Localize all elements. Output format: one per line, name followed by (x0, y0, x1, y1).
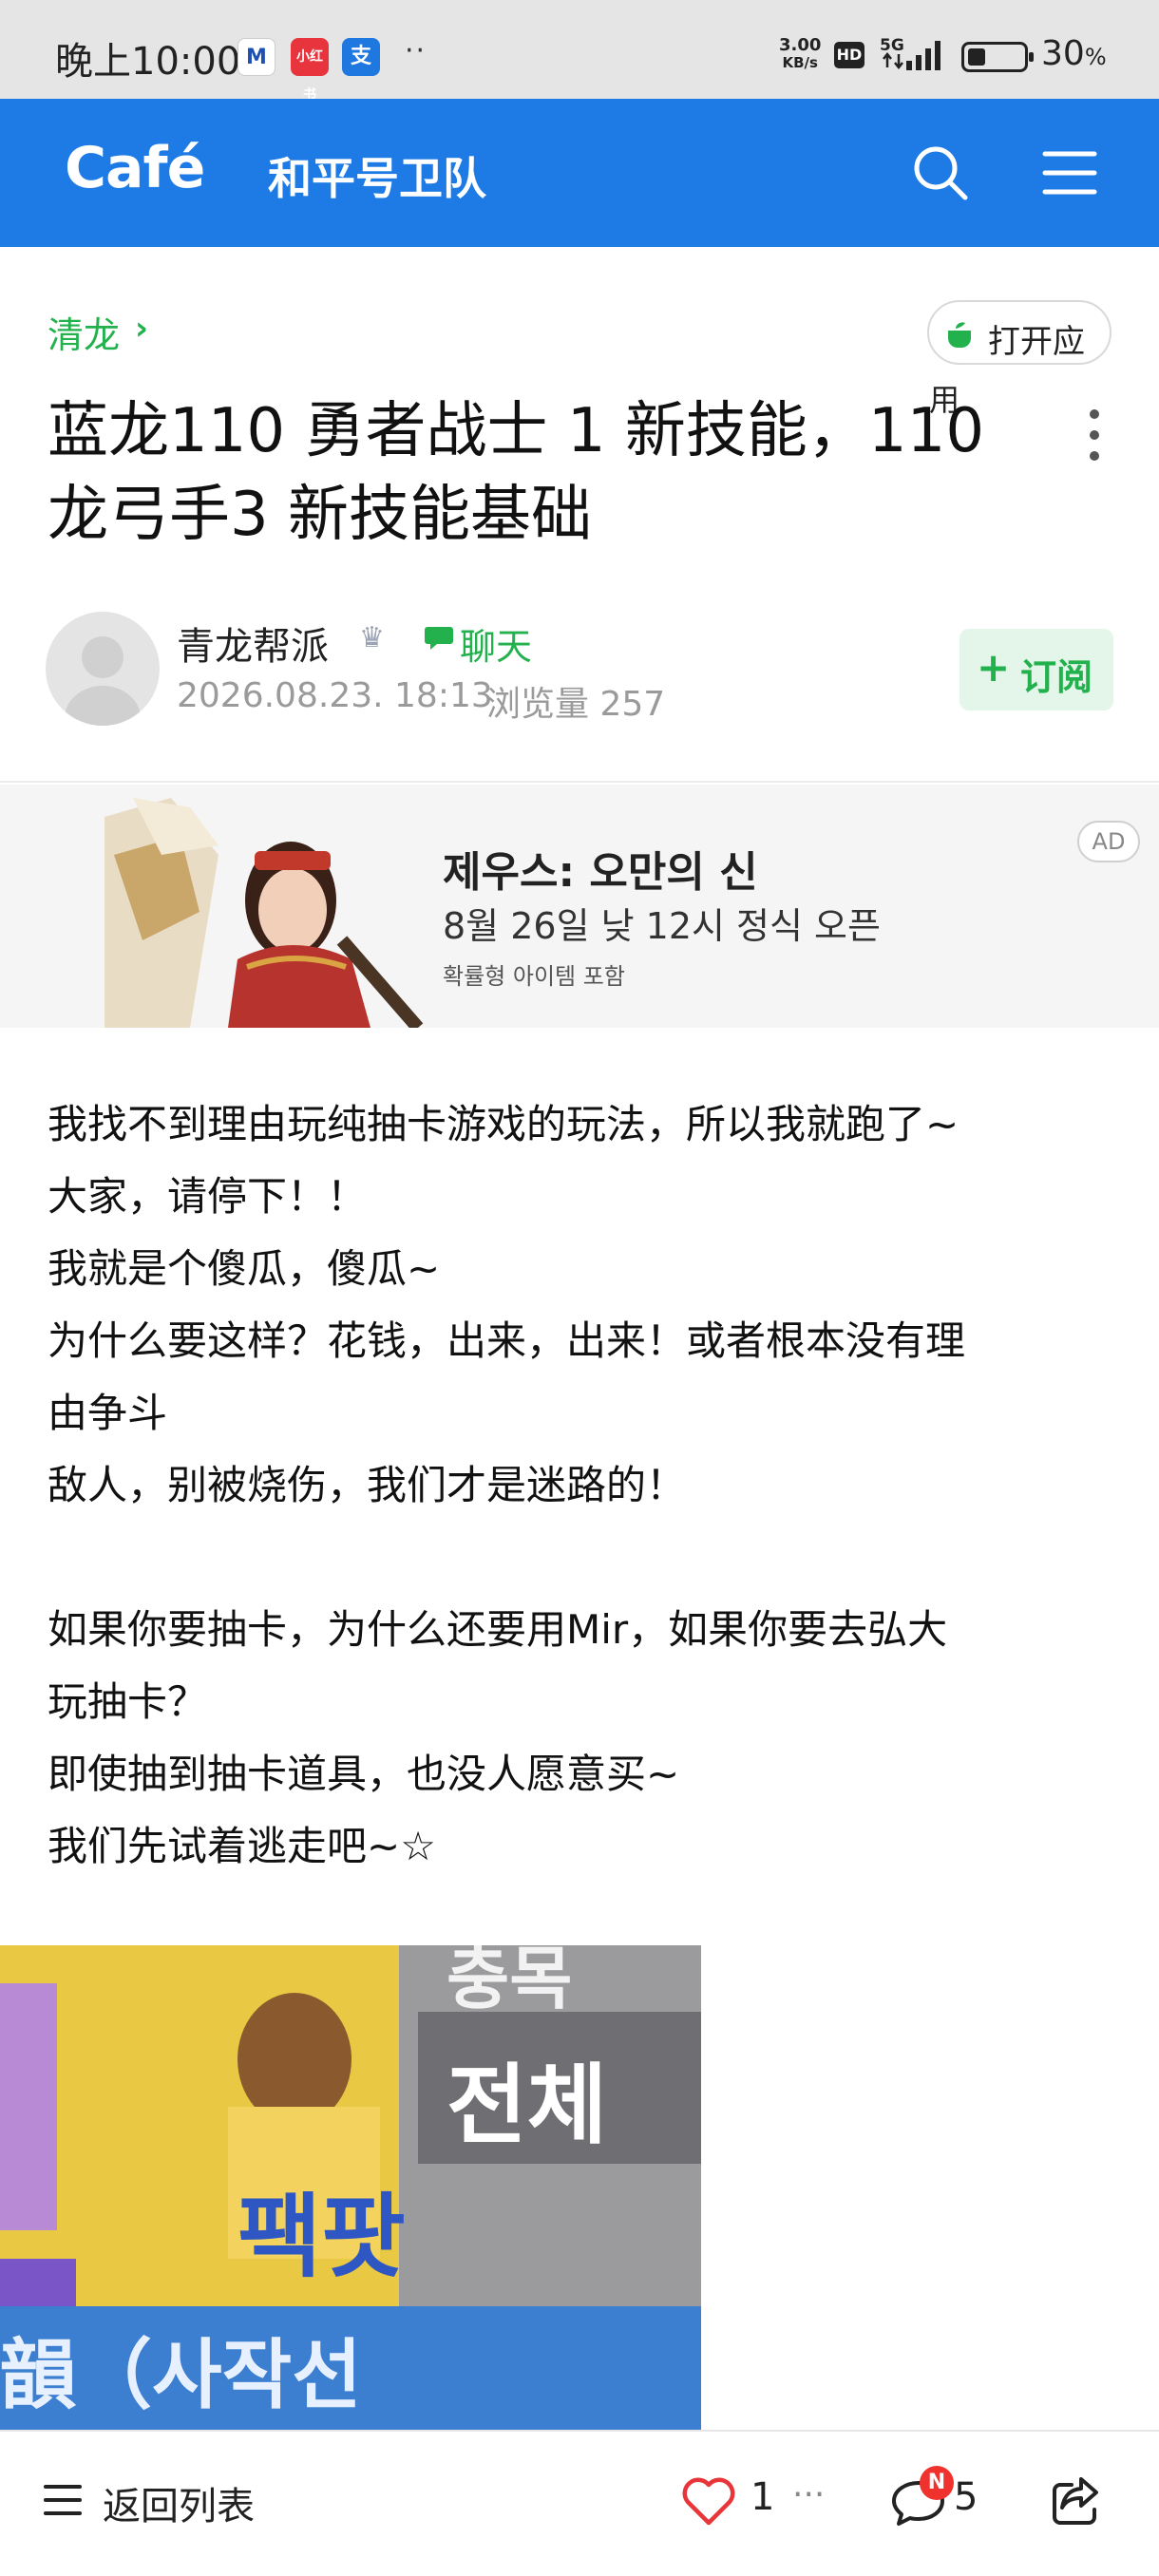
body-line: 我就是个傻瓜，傻瓜~ (48, 1245, 441, 1292)
chat-icon[interactable] (424, 623, 454, 652)
network-type: 5G (880, 36, 904, 55)
cafe-name[interactable]: 和平号卫队 (268, 144, 486, 207)
open-app-label: 打开应 (988, 323, 1085, 361)
subscribe-label: 订阅 (1020, 656, 1093, 698)
image-text-top: 충목 (446, 1945, 572, 2018)
view-count: 浏览量 257 (486, 685, 666, 724)
image-text-mid: 전체 (446, 2055, 607, 2156)
ad-character-image (104, 798, 424, 1028)
network-speed-unit: KB/s (782, 54, 818, 71)
divider (0, 781, 1159, 783)
status-time: 晚上10:00 (55, 40, 241, 84)
member-level-icon: ♛ (359, 621, 385, 654)
like-count[interactable]: 1 (750, 2475, 774, 2519)
ad-note: 확률형 아이템 포함 (443, 963, 625, 990)
body-line: 敌人，别被烧伤，我们才是迷路的！ (48, 1462, 687, 1508)
gmail-notification-icon: M (238, 38, 276, 76)
open-app-button[interactable]: 打开应 (927, 300, 1112, 365)
body-line (48, 1522, 1112, 1594)
ad-badge[interactable]: AD (1077, 821, 1140, 862)
cafe-app-icon (948, 322, 971, 348)
status-bar: 晚上10:00 M 小红书 支 ·· 3.00 KB/s HD 5G 30% (0, 0, 1159, 103)
bottom-bar: 返回列表 1 ··· N 5 (0, 2430, 1159, 2576)
cafe-logo[interactable]: Café (65, 135, 205, 201)
new-comment-badge: N (920, 2466, 954, 2500)
network-speed: 3.00 KB/s (779, 36, 821, 72)
image-text-bottom: 韻（사작선 (0, 2331, 362, 2419)
ad-banner[interactable]: 제우스: 오만의 신 8월 26일 낮 12시 정식 오픈 확률형 아이템 포함… (0, 785, 1159, 1028)
image-text-low: 팩팟 (238, 2184, 406, 2290)
author-avatar[interactable] (46, 612, 160, 726)
ad-subtitle: 8월 26일 낮 12시 정식 오픈 (443, 905, 881, 947)
alipay-notification-icon: 支 (342, 38, 380, 76)
app-bar: Café 和平号卫队 (0, 99, 1159, 247)
article-body: 我找不到理由玩纯抽卡游戏的玩法，所以我就跑了~ 大家，请停下！！ 我就是个傻瓜，… (48, 1089, 1112, 1883)
article-title: 蓝龙110 勇者战士 1 新技能，110 龙弓手3 新技能基础 (48, 396, 985, 550)
body-line: 我找不到理由玩纯抽卡游戏的玩法，所以我就跑了~ (48, 1101, 960, 1147)
share-icon[interactable] (1049, 2473, 1104, 2529)
hamburger-menu-icon[interactable] (1041, 146, 1098, 199)
more-notifications-icon: ·· (405, 34, 428, 67)
chat-link[interactable]: 聊天 (460, 617, 532, 670)
heart-icon[interactable] (680, 2475, 737, 2527)
board-link[interactable]: 清龙 (48, 306, 120, 358)
comment-count[interactable]: 5 (954, 2475, 978, 2519)
subscribe-button[interactable]: + 订阅 (960, 629, 1113, 710)
ad-title: 제우스: 오만의 신 (443, 848, 758, 897)
chevron-right-icon[interactable]: › (135, 310, 148, 348)
battery-percent: 30% (1041, 34, 1107, 73)
more-options-icon[interactable] (1085, 407, 1104, 464)
body-line: 如果你要抽卡，为什么还要用Mir，如果你要去弘大 (48, 1606, 948, 1653)
body-line: 大家，请停下！！ (48, 1173, 368, 1220)
post-date: 2026.08.23. 18:13 (177, 676, 493, 715)
battery-icon (961, 42, 1034, 72)
body-line: 玩抽卡？ (48, 1678, 208, 1725)
network-speed-value: 3.00 (779, 35, 822, 55)
body-line: 我们先试着逃走吧~☆ (48, 1823, 436, 1869)
more-icon[interactable]: ··· (792, 2475, 825, 2514)
body-line: 为什么要这样？花钱，出来，出来！或者根本没有理 (48, 1317, 966, 1364)
body-line: 由争斗 (48, 1390, 168, 1436)
post-image[interactable]: 충목 전체 팩팟 韻（사작선 (0, 1945, 701, 2430)
search-icon[interactable] (908, 141, 973, 205)
back-to-list-button[interactable]: 返回列表 (103, 2475, 255, 2530)
list-icon[interactable] (42, 2481, 84, 2519)
signal-icon: 5G (878, 36, 948, 78)
hd-icon: HD (834, 42, 864, 68)
xiaohongshu-notification-icon: 小红书 (291, 38, 329, 103)
plus-icon: + (977, 644, 1011, 691)
body-line: 即使抽到抽卡道具，也没人愿意买~ (48, 1751, 680, 1797)
author-name[interactable]: 青龙帮派 (177, 616, 329, 671)
